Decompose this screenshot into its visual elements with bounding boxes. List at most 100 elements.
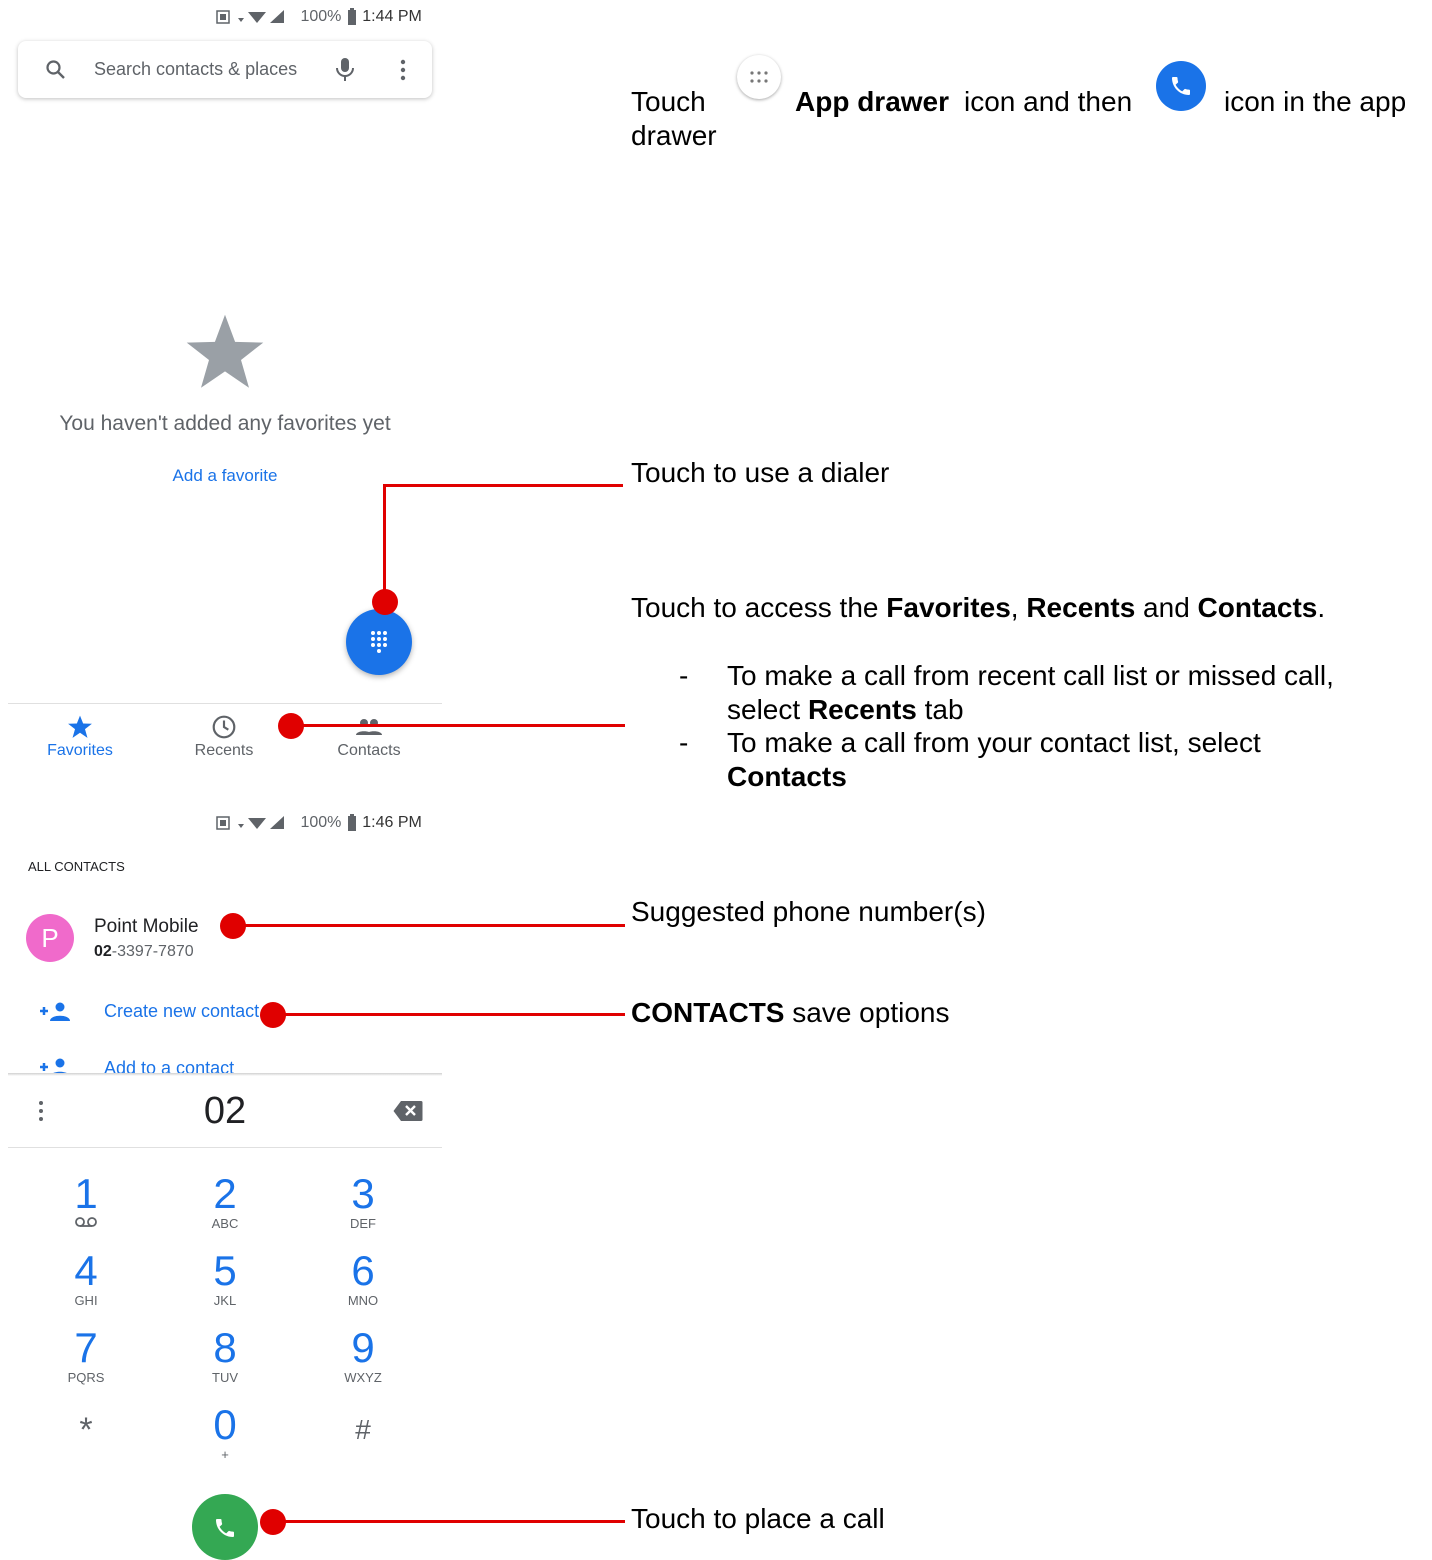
key-letters: TUV <box>212 1370 238 1385</box>
tab-favorites-label: Favorites <box>47 742 113 759</box>
search-bar[interactable]: Search contacts & places <box>18 41 432 98</box>
number-rest: -3397-7870 <box>111 943 194 960</box>
call-button[interactable] <box>192 1494 258 1560</box>
status-bar-2: 100% 1:46 PM <box>216 814 422 832</box>
annotation-line <box>270 1013 625 1016</box>
star-empty-icon <box>186 314 264 388</box>
tab-contacts-label: Contacts <box>337 742 401 759</box>
key-digit: 2 <box>213 1170 237 1217</box>
avatar: P <box>26 914 74 962</box>
dialpad-fab[interactable] <box>346 609 412 675</box>
instr-end: icon in the app <box>1224 86 1407 117</box>
key-letters: JKL <box>213 1293 237 1308</box>
people-icon <box>356 719 382 735</box>
annotation-line <box>383 484 386 602</box>
annotation-dot <box>260 1002 286 1028</box>
add-favorite-link[interactable]: Add a favorite <box>0 466 450 486</box>
dialer-divider <box>8 1147 442 1148</box>
key-digit: 4 <box>74 1247 98 1294</box>
annotation-dot <box>372 589 398 615</box>
contact-number: 02-3397-7870 <box>94 943 194 961</box>
key-letters: MNO <box>347 1293 379 1308</box>
number-match: 02 <box>94 943 112 960</box>
battery-icon-2 <box>347 814 356 831</box>
bullet-dash-1: - <box>679 660 689 691</box>
instruction-dialer: Touch to use a dialer <box>631 457 890 488</box>
instruction-place-call: Touch to place a call <box>631 1503 885 1534</box>
key-digit: 8 <box>213 1324 237 1371</box>
tab-favorites[interactable]: Favorites <box>20 714 140 760</box>
key-0[interactable]: 0 + <box>165 1403 285 1463</box>
annotation-dot <box>278 713 304 739</box>
key-2[interactable]: 2 ABC <box>165 1172 285 1232</box>
key-6[interactable]: 6 MNO <box>303 1249 423 1309</box>
key-star[interactable]: * <box>26 1408 146 1452</box>
annotation-line <box>270 1520 625 1523</box>
key-hash[interactable]: # <box>303 1408 423 1452</box>
instr-contacts-rest: save options <box>792 997 950 1028</box>
battery-icon <box>347 8 356 25</box>
dialed-number: 02 <box>203 1090 247 1132</box>
bullet-2-contacts: Contacts <box>727 761 847 792</box>
bullet-2: To make a call from your contact list, s… <box>727 726 1417 794</box>
instr-contacts: Contacts <box>1197 592 1318 623</box>
key-4[interactable]: 4 GHI <box>26 1249 146 1309</box>
key-letters: WXYZ <box>344 1370 382 1385</box>
search-input[interactable]: Search contacts & places <box>94 59 297 80</box>
bullet-1-line-b: select Recents tab <box>727 693 1417 727</box>
contact-row[interactable]: P Point Mobile 02-3397-7870 <box>26 912 326 968</box>
tab-contacts[interactable]: Contacts <box>309 714 429 760</box>
key-digit: 5 <box>213 1247 237 1294</box>
key-5[interactable]: 5 JKL <box>165 1249 285 1309</box>
annotation-line <box>290 724 625 727</box>
battery-percent-2: 100% <box>300 814 342 832</box>
tab-recents[interactable]: Recents <box>164 714 284 760</box>
key-letters: PQRS <box>67 1370 105 1385</box>
instr-period: . <box>1317 592 1326 623</box>
key-digit: * <box>79 1411 93 1449</box>
instr-favorites: Favorites <box>886 592 1011 623</box>
key-letters: DEF <box>350 1216 376 1231</box>
bullet-1-post: tab <box>924 694 964 725</box>
voicemail-icon <box>75 1217 97 1227</box>
annotation-dot <box>220 913 246 939</box>
key-digit: # <box>355 1414 371 1445</box>
key-letters: + <box>221 1447 229 1462</box>
annotation-line <box>235 924 625 927</box>
key-7[interactable]: 7 PQRS <box>26 1326 146 1386</box>
instruction-tabs: Touch to access the Favorites, Recents a… <box>631 591 1325 625</box>
more-vert-icon[interactable] <box>398 59 408 81</box>
bullet-1-pre: select <box>727 694 801 725</box>
instr-recents: Recents <box>1026 592 1136 623</box>
bullet-dash-2: - <box>679 727 689 758</box>
dialer-panel-shadow <box>8 1073 442 1076</box>
instr-mid: icon and then <box>964 86 1133 117</box>
key-letters: GHI <box>74 1293 98 1308</box>
create-contact-row[interactable]: Create new contact <box>40 998 280 1028</box>
add-person-icon <box>40 1002 70 1021</box>
search-icon <box>46 60 65 79</box>
signal-icons-2 <box>216 816 284 830</box>
create-contact-label: Create new contact <box>104 1001 260 1021</box>
key-letters: ABC <box>211 1216 239 1231</box>
microphone-icon[interactable] <box>334 57 356 83</box>
dialer-more-icon[interactable] <box>36 1100 46 1122</box>
backspace-icon[interactable] <box>393 1100 423 1122</box>
empty-favorites-message: You haven't added any favorites yet <box>59 412 391 435</box>
key-digit: 3 <box>351 1170 375 1217</box>
status-time: 1:44 PM <box>362 8 422 26</box>
key-digit: 1 <box>74 1170 98 1217</box>
bullet-2-line-a: To make a call from your contact list, s… <box>727 727 1261 758</box>
bullet-1-recents: Recents <box>807 694 917 725</box>
bullet-1-line-a: To make a call from recent call list or … <box>727 660 1334 691</box>
key-1[interactable]: 1 <box>26 1172 146 1228</box>
signal-icons <box>216 8 300 25</box>
key-9[interactable]: 9 WXYZ <box>303 1326 423 1386</box>
star-icon <box>68 715 92 738</box>
battery-percent: 100% <box>300 8 342 26</box>
instr-touch: Touch <box>631 86 706 117</box>
section-header: ALL CONTACTS <box>28 859 125 874</box>
add-to-contact-row[interactable]: Add to a contact <box>40 1056 300 1074</box>
key-8[interactable]: 8 TUV <box>165 1326 285 1386</box>
key-3[interactable]: 3 DEF <box>303 1172 423 1232</box>
